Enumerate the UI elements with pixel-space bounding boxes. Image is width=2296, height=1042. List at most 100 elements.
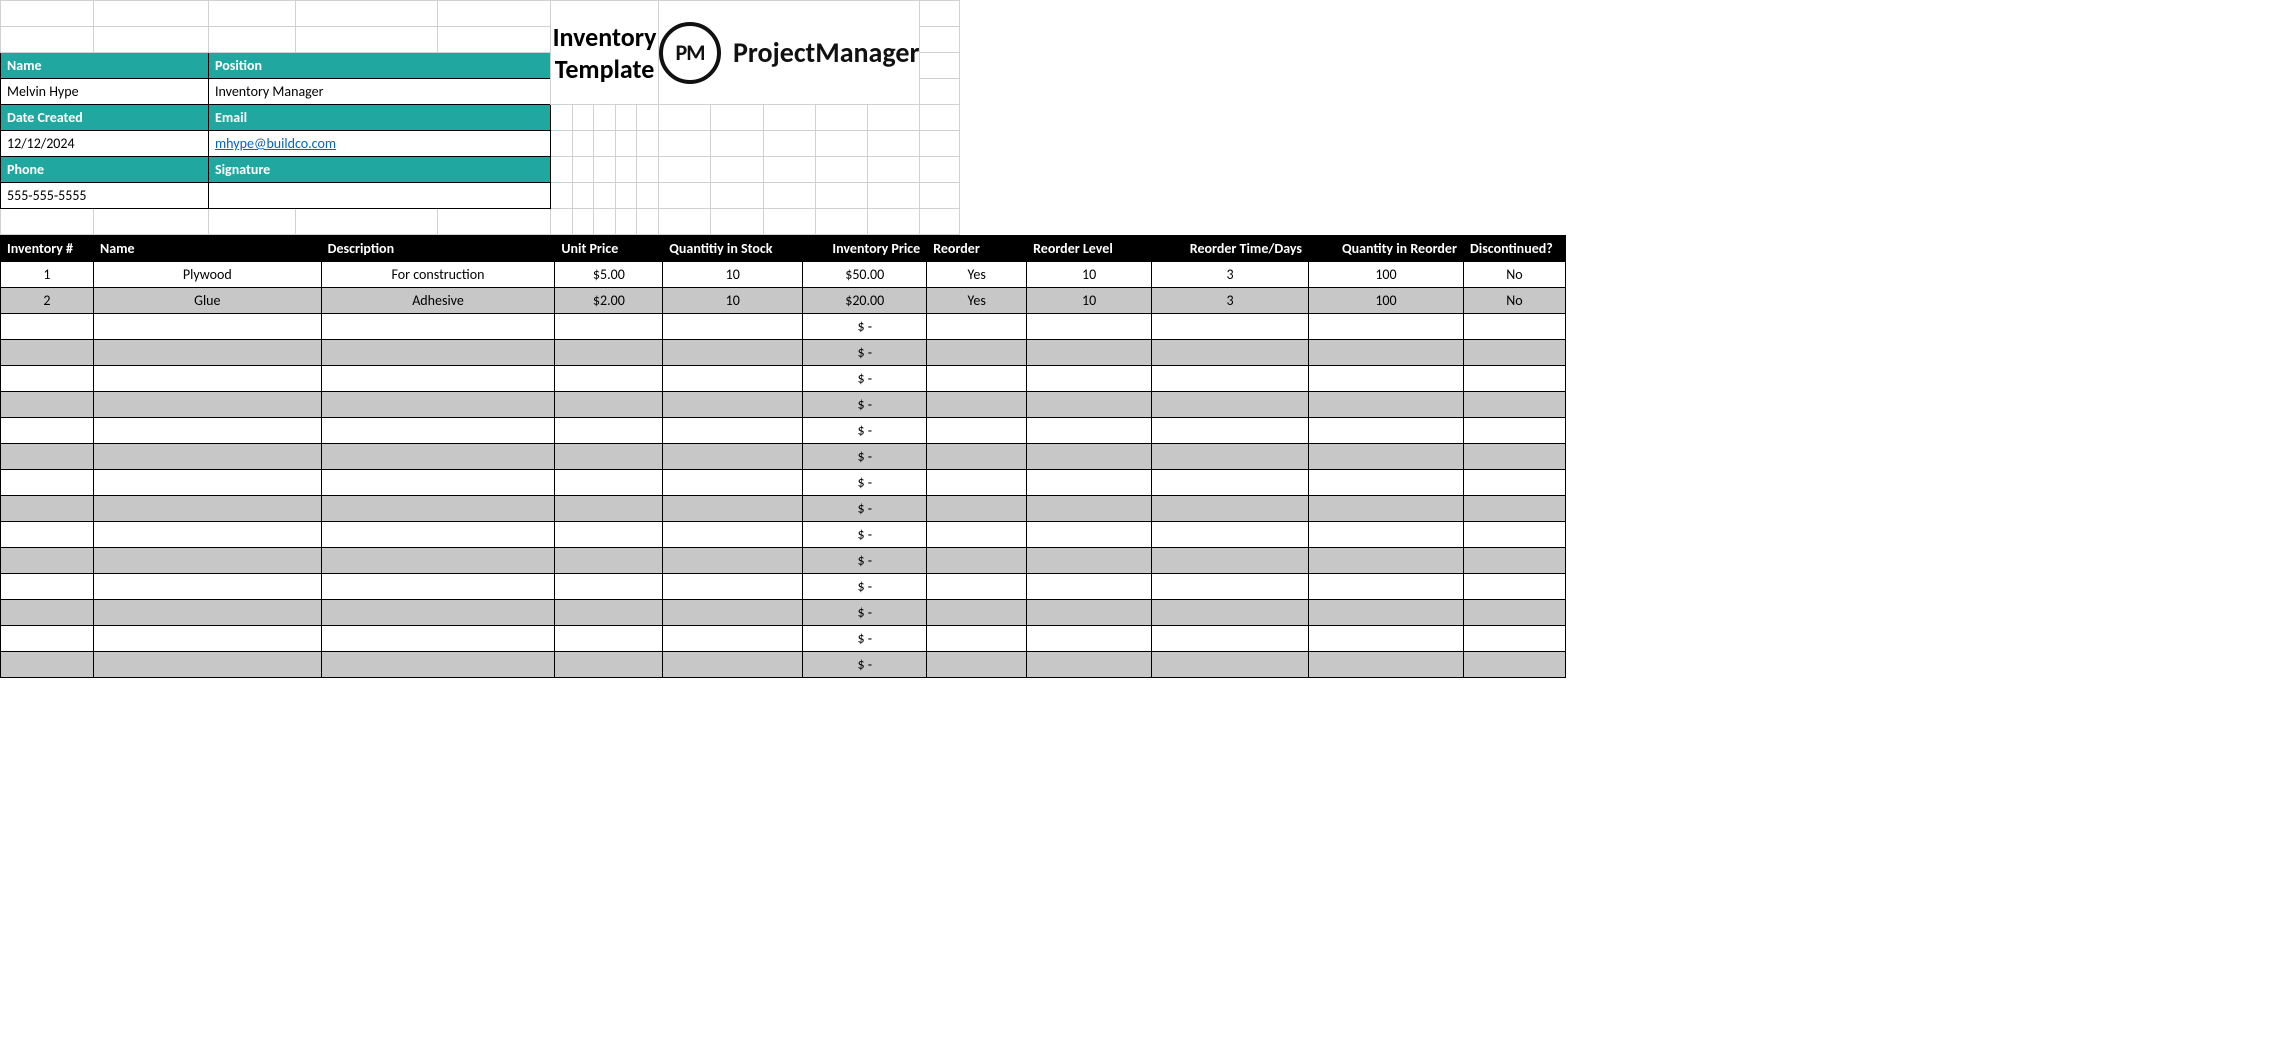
cell-num[interactable] bbox=[1, 444, 94, 470]
cell-reqty[interactable] bbox=[1309, 652, 1464, 678]
cell-name[interactable] bbox=[93, 366, 321, 392]
cell-reqty[interactable] bbox=[1309, 314, 1464, 340]
cell-name[interactable]: Glue bbox=[93, 288, 321, 314]
cell-desc[interactable] bbox=[321, 548, 555, 574]
cell-desc[interactable] bbox=[321, 444, 555, 470]
cell-desc[interactable] bbox=[321, 470, 555, 496]
cell-price[interactable]: $2.00 bbox=[555, 288, 663, 314]
cell-disc[interactable] bbox=[1463, 522, 1565, 548]
cell-name[interactable] bbox=[93, 444, 321, 470]
cell-disc[interactable] bbox=[1463, 626, 1565, 652]
cell-num[interactable]: 2 bbox=[1, 288, 94, 314]
cell-relvl[interactable]: 10 bbox=[1027, 262, 1152, 288]
cell-desc[interactable] bbox=[321, 522, 555, 548]
cell-price[interactable] bbox=[555, 574, 663, 600]
cell-name[interactable] bbox=[93, 418, 321, 444]
cell-qty[interactable] bbox=[663, 626, 803, 652]
cell-disc[interactable] bbox=[1463, 652, 1565, 678]
cell-disc[interactable] bbox=[1463, 600, 1565, 626]
cell-disc[interactable] bbox=[1463, 444, 1565, 470]
cell-desc[interactable] bbox=[321, 496, 555, 522]
cell-qty[interactable] bbox=[663, 340, 803, 366]
cell-disc[interactable] bbox=[1463, 340, 1565, 366]
cell-reqty[interactable] bbox=[1309, 626, 1464, 652]
cell-price[interactable] bbox=[555, 522, 663, 548]
cell-disc[interactable] bbox=[1463, 470, 1565, 496]
cell-qty[interactable] bbox=[663, 522, 803, 548]
cell-reo[interactable] bbox=[927, 314, 1027, 340]
table-row[interactable]: 1PlywoodFor construction$5.0010$50.00Yes… bbox=[1, 262, 1566, 288]
cell-invp[interactable]: $ - bbox=[803, 314, 927, 340]
table-row[interactable]: $ - bbox=[1, 470, 1566, 496]
cell-invp[interactable]: $ - bbox=[803, 340, 927, 366]
table-row[interactable]: $ - bbox=[1, 574, 1566, 600]
cell-reo[interactable] bbox=[927, 574, 1027, 600]
cell-relvl[interactable] bbox=[1027, 522, 1152, 548]
cell-redays[interactable] bbox=[1152, 652, 1309, 678]
cell-reqty[interactable] bbox=[1309, 548, 1464, 574]
cell-num[interactable] bbox=[1, 470, 94, 496]
cell-disc[interactable] bbox=[1463, 314, 1565, 340]
cell-invp[interactable]: $ - bbox=[803, 652, 927, 678]
cell-invp[interactable]: $ - bbox=[803, 600, 927, 626]
cell-invp[interactable]: $ - bbox=[803, 470, 927, 496]
inventory-table[interactable]: Inventory # Name Description Unit Price … bbox=[0, 235, 1566, 678]
cell-reqty[interactable] bbox=[1309, 470, 1464, 496]
cell-reo[interactable] bbox=[927, 548, 1027, 574]
table-row[interactable]: $ - bbox=[1, 340, 1566, 366]
cell-name[interactable] bbox=[93, 314, 321, 340]
cell-reqty[interactable] bbox=[1309, 392, 1464, 418]
cell-invp[interactable]: $ - bbox=[803, 626, 927, 652]
cell-qty[interactable] bbox=[663, 366, 803, 392]
table-row[interactable]: $ - bbox=[1, 314, 1566, 340]
cell-price[interactable] bbox=[555, 314, 663, 340]
cell-price[interactable] bbox=[555, 444, 663, 470]
cell-invp[interactable]: $ - bbox=[803, 522, 927, 548]
cell-invp[interactable]: $50.00 bbox=[803, 262, 927, 288]
value-date[interactable]: 12/12/2024 bbox=[1, 131, 209, 157]
cell-redays[interactable] bbox=[1152, 574, 1309, 600]
cell-reo[interactable] bbox=[927, 652, 1027, 678]
cell-invp[interactable]: $20.00 bbox=[803, 288, 927, 314]
value-phone[interactable]: 555-555-5555 bbox=[1, 183, 209, 209]
cell-invp[interactable]: $ - bbox=[803, 418, 927, 444]
cell-num[interactable] bbox=[1, 652, 94, 678]
cell-desc[interactable] bbox=[321, 392, 555, 418]
table-row[interactable]: $ - bbox=[1, 392, 1566, 418]
cell-relvl[interactable] bbox=[1027, 340, 1152, 366]
cell-reqty[interactable] bbox=[1309, 340, 1464, 366]
cell-name[interactable] bbox=[93, 548, 321, 574]
cell-relvl[interactable] bbox=[1027, 314, 1152, 340]
cell-relvl[interactable] bbox=[1027, 626, 1152, 652]
table-row[interactable]: $ - bbox=[1, 522, 1566, 548]
cell-price[interactable] bbox=[555, 548, 663, 574]
cell-invp[interactable]: $ - bbox=[803, 496, 927, 522]
cell-reo[interactable] bbox=[927, 496, 1027, 522]
cell-invp[interactable]: $ - bbox=[803, 366, 927, 392]
cell-relvl[interactable] bbox=[1027, 470, 1152, 496]
cell-desc[interactable]: Adhesive bbox=[321, 288, 555, 314]
cell-name[interactable] bbox=[93, 340, 321, 366]
cell-redays[interactable] bbox=[1152, 600, 1309, 626]
cell-qty[interactable] bbox=[663, 652, 803, 678]
cell-relvl[interactable] bbox=[1027, 496, 1152, 522]
cell-reo[interactable]: Yes bbox=[927, 288, 1027, 314]
cell-price[interactable] bbox=[555, 418, 663, 444]
cell-desc[interactable] bbox=[321, 366, 555, 392]
cell-disc[interactable]: No bbox=[1463, 262, 1565, 288]
cell-desc[interactable] bbox=[321, 626, 555, 652]
cell-invp[interactable]: $ - bbox=[803, 444, 927, 470]
cell-qty[interactable] bbox=[663, 470, 803, 496]
cell-price[interactable] bbox=[555, 496, 663, 522]
cell-desc[interactable] bbox=[321, 600, 555, 626]
table-row[interactable]: $ - bbox=[1, 366, 1566, 392]
cell-price[interactable] bbox=[555, 340, 663, 366]
cell-redays[interactable] bbox=[1152, 392, 1309, 418]
value-signature[interactable] bbox=[209, 183, 551, 209]
cell-price[interactable] bbox=[555, 600, 663, 626]
table-row[interactable]: 2GlueAdhesive$2.0010$20.00Yes103100No bbox=[1, 288, 1566, 314]
cell-reo[interactable]: Yes bbox=[927, 262, 1027, 288]
cell-desc[interactable]: For construction bbox=[321, 262, 555, 288]
cell-price[interactable]: $5.00 bbox=[555, 262, 663, 288]
cell-relvl[interactable] bbox=[1027, 574, 1152, 600]
